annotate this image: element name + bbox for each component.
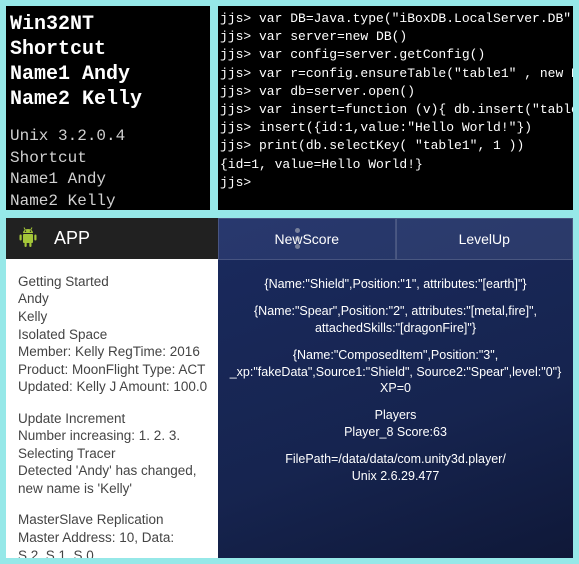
jjs-line: jjs> insert({id:1,value:"Hello World!"}) xyxy=(220,119,571,137)
term1-line: Shortcut xyxy=(10,148,206,170)
unity-content: {Name:"Shield",Position:"1", attributes:… xyxy=(218,260,573,558)
terminal-win-unix: Win32NT Shortcut Name1 Andy Name2 Kelly … xyxy=(6,6,210,210)
term1-bold-line: Name1 Andy xyxy=(10,62,206,87)
terminal-jjs[interactable]: jjs> var DB=Java.type("iBoxDB.LocalServe… xyxy=(218,6,573,210)
overflow-menu-icon[interactable] xyxy=(282,228,312,249)
jjs-line: jjs> var config=server.getConfig() xyxy=(220,46,571,64)
filepath-line: FilePath=/data/data/com.unity3d.player/ xyxy=(224,451,567,468)
jjs-line: jjs> var server=new DB() xyxy=(220,28,571,46)
jjs-line: jjs> xyxy=(220,174,571,192)
jjs-line: jjs> print(db.selectKey( "table1", 1 )) xyxy=(220,137,571,155)
unity-tab-bar: NewScore LevelUp xyxy=(218,218,573,260)
jjs-line: jjs> var insert=function (v){ db.insert(… xyxy=(220,101,571,119)
tab-level-up[interactable]: LevelUp xyxy=(396,218,574,260)
term1-bold-line: Shortcut xyxy=(10,37,206,62)
term1-line: Unix 3.2.0.4 xyxy=(10,126,206,148)
jjs-line: jjs> var DB=Java.type("iBoxDB.LocalServe… xyxy=(220,10,571,28)
unity-item: {Name:"ComposedItem",Position:"3", _xp:"… xyxy=(224,347,567,398)
unity-item: {Name:"Shield",Position:"1", attributes:… xyxy=(224,276,567,293)
android-robot-icon xyxy=(16,226,40,250)
unity-game-panel: NewScore LevelUp {Name:"Shield",Position… xyxy=(218,218,573,558)
unity-item: {Name:"Spear",Position:"2", attributes:"… xyxy=(224,303,567,337)
jjs-line: jjs> var db=server.open() xyxy=(220,83,571,101)
player-score: Player_8 Score:63 xyxy=(224,424,567,441)
jjs-line: jjs> var r=config.ensureTable("table1" ,… xyxy=(220,65,571,83)
jjs-line: {id=1, value=Hello World!} xyxy=(220,156,571,174)
term1-line: Name2 Kelly xyxy=(10,191,206,210)
term1-line: Name1 Andy xyxy=(10,169,206,191)
term1-bold-line: Name2 Kelly xyxy=(10,87,206,112)
term1-bold-line: Win32NT xyxy=(10,12,206,37)
os-line: Unix 2.6.29.477 xyxy=(224,468,567,485)
players-header: Players xyxy=(224,407,567,424)
